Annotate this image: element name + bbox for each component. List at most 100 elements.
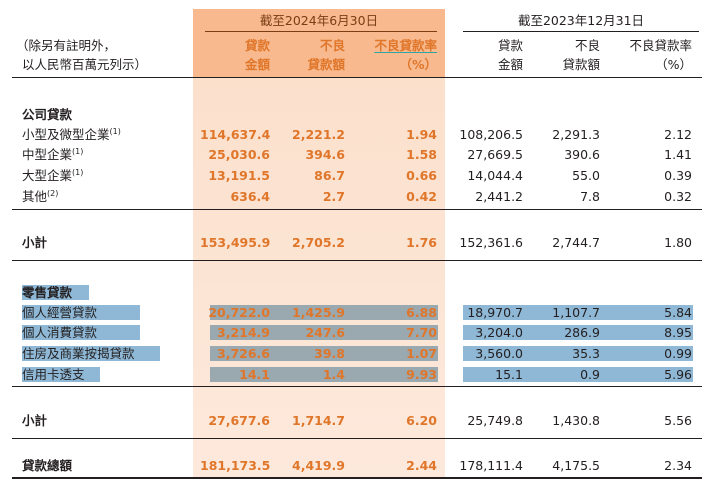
retail-subtotal-rule bbox=[12, 438, 702, 439]
retail-subtotal-prior-loan: 25,749.8 bbox=[467, 413, 523, 428]
corporate-row-4-prior-npl: 7.8 bbox=[580, 189, 600, 204]
corporate-row-1-prior-ratio: 2.12 bbox=[664, 127, 692, 142]
retail-row-2-current-ratio: 7.70 bbox=[406, 325, 437, 340]
corporate-row-3-prior-loan: 14,044.4 bbox=[467, 168, 523, 183]
corporate-row-1-prior-npl: 2,291.3 bbox=[552, 127, 600, 142]
corporate-row-1-current-loan: 114,637.4 bbox=[200, 127, 271, 142]
retail-row-4-current-npl: 1.4 bbox=[322, 367, 345, 382]
corporate-subtotal-current-npl: 2,705.2 bbox=[292, 235, 345, 250]
retail-row-4-prior-loan: 15.1 bbox=[495, 367, 523, 382]
corporate-subtotal-prior-ratio: 1.80 bbox=[664, 235, 692, 250]
corporate-row-2-current-ratio: 1.58 bbox=[406, 147, 437, 162]
unit-note-line1: （除另有註明外， bbox=[16, 38, 117, 53]
corporate-row-4-prior-loan: 2,441.2 bbox=[475, 189, 523, 204]
cur-col-loan-2: 金額 bbox=[244, 57, 270, 72]
retail-row-4-label: 信用卡透支 bbox=[22, 367, 85, 382]
corporate-subtotal-current-ratio: 1.76 bbox=[406, 235, 437, 250]
corporate-subtotal-current-loan: 153,495.9 bbox=[200, 235, 271, 250]
corporate-row-3-current-ratio: 0.66 bbox=[406, 168, 437, 183]
total-current-ratio: 2.44 bbox=[406, 458, 437, 473]
cur-col-ratio-2: （%） bbox=[399, 57, 437, 72]
retail-row-1-prior-loan: 18,970.7 bbox=[467, 305, 523, 320]
retail-row-3-prior-loan: 3,560.0 bbox=[475, 346, 523, 361]
retail-subtotal-prior-ratio: 5.56 bbox=[664, 413, 692, 428]
total-prior-npl: 4,175.5 bbox=[552, 458, 600, 473]
retail-subtotal-current-ratio: 6.20 bbox=[406, 413, 437, 428]
total-current-npl: 4,419.9 bbox=[292, 458, 345, 473]
corporate-row-2-label: 中型企業(1) bbox=[22, 146, 84, 162]
total-prior-ratio: 2.34 bbox=[664, 458, 692, 473]
header-rule bbox=[12, 77, 702, 78]
corporate-subtotal-label: 小計 bbox=[22, 235, 48, 250]
retail-row-1-current-npl: 1,425.9 bbox=[292, 305, 345, 320]
retail-row-2-label: 個人消費貸款 bbox=[22, 325, 98, 340]
total-prior-loan: 178,111.4 bbox=[459, 458, 523, 473]
corporate-row-4-current-npl: 2.7 bbox=[322, 189, 345, 204]
retail-row-4-current-loan: 14.1 bbox=[239, 367, 270, 382]
retail-subtotal-current-loan: 27,677.6 bbox=[208, 413, 270, 428]
period-prior-heading: 截至2023年12月31日 bbox=[517, 13, 645, 28]
retail-rule bbox=[12, 386, 702, 387]
retail-row-1-prior-ratio: 5.84 bbox=[664, 305, 692, 320]
corporate-row-2-prior-loan: 27,669.5 bbox=[467, 147, 523, 162]
prior-col-npl-1: 不良 bbox=[574, 38, 600, 53]
corporate-row-4-current-loan: 636.4 bbox=[230, 189, 270, 204]
bottom-rule bbox=[12, 477, 702, 479]
corporate-row-4-current-ratio: 0.42 bbox=[406, 189, 437, 204]
corporate-row-2-current-loan: 25,030.6 bbox=[208, 147, 270, 162]
corporate-row-2-current-npl: 394.6 bbox=[305, 147, 345, 162]
corporate-subtotal-prior-npl: 2,744.7 bbox=[552, 235, 600, 250]
period-current-heading: 截至2024年6月30日 bbox=[259, 13, 379, 28]
corporate-row-1-prior-loan: 108,206.5 bbox=[459, 127, 523, 142]
retail-row-4-current-ratio: 9.93 bbox=[406, 367, 437, 382]
retail-row-1-current-loan: 20,722.0 bbox=[208, 305, 270, 320]
corporate-row-2-prior-npl: 390.6 bbox=[564, 147, 600, 162]
retail-row-2-prior-loan: 3,204.0 bbox=[475, 325, 523, 340]
retail-row-2-current-loan: 3,214.9 bbox=[217, 325, 270, 340]
corporate-row-4-label: 其他(2) bbox=[22, 188, 59, 204]
retail-row-3-current-loan: 3,726.6 bbox=[217, 346, 270, 361]
retail-row-4-prior-ratio: 5.96 bbox=[664, 367, 692, 382]
corporate-subtotal-rule bbox=[12, 260, 702, 261]
retail-section-title: 零售貸款 bbox=[22, 285, 73, 300]
retail-row-1-prior-npl: 1,107.7 bbox=[552, 305, 600, 320]
prior-col-ratio-2: （%） bbox=[655, 57, 692, 72]
prior-col-loan-2: 金額 bbox=[497, 57, 523, 72]
corporate-row-1-label: 小型及微型企業(1) bbox=[22, 126, 121, 142]
cur-col-loan-1: 貸款 bbox=[244, 38, 270, 53]
corporate-row-2-prior-ratio: 1.41 bbox=[664, 147, 692, 162]
unit-note-line2: 以人民幣百萬元列示） bbox=[22, 57, 148, 72]
corporate-rule bbox=[12, 209, 702, 210]
corporate-row-1-current-npl: 2,221.2 bbox=[292, 127, 345, 142]
corporate-row-3-current-loan: 13,191.5 bbox=[208, 168, 270, 183]
corporate-section-title: 公司貸款 bbox=[22, 107, 73, 122]
retail-row-2-prior-ratio: 8.95 bbox=[664, 325, 692, 340]
retail-row-3-prior-npl: 35.3 bbox=[572, 346, 600, 361]
retail-row-3-prior-ratio: 0.99 bbox=[664, 346, 692, 361]
cur-col-npl-2: 貸款額 bbox=[307, 57, 345, 72]
total-label: 貸款總額 bbox=[22, 458, 73, 473]
period-current-underline bbox=[205, 31, 437, 32]
retail-row-2-prior-npl: 286.9 bbox=[564, 325, 600, 340]
corporate-row-3-prior-ratio: 0.39 bbox=[664, 168, 692, 183]
corporate-row-3-label: 大型企業(1) bbox=[22, 167, 84, 183]
corporate-row-3-current-npl: 86.7 bbox=[314, 168, 345, 183]
retail-row-3-current-npl: 39.8 bbox=[314, 346, 345, 361]
prior-col-ratio-1: 不良貸款率 bbox=[629, 38, 692, 53]
prior-col-loan-1: 貸款 bbox=[497, 38, 523, 53]
retail-row-2-current-npl: 247.6 bbox=[305, 325, 345, 340]
cur-col-ratio-1: 不良貸款率 bbox=[374, 38, 437, 53]
corporate-row-3-prior-npl: 55.0 bbox=[572, 168, 600, 183]
retail-row-1-label: 個人經營貸款 bbox=[22, 305, 98, 320]
corporate-row-4-note-ref: (2) bbox=[47, 188, 59, 198]
retail-subtotal-prior-npl: 1,430.8 bbox=[552, 413, 600, 428]
prior-col-npl-2: 貸款額 bbox=[562, 57, 600, 72]
corporate-subtotal-prior-loan: 152,361.6 bbox=[459, 235, 523, 250]
corporate-row-3-note-ref: (1) bbox=[72, 167, 84, 177]
period-prior-underline bbox=[463, 31, 699, 32]
retail-row-3-current-ratio: 1.07 bbox=[406, 346, 437, 361]
retail-row-1-current-ratio: 6.88 bbox=[406, 305, 437, 320]
corporate-row-2-note-ref: (1) bbox=[72, 146, 84, 156]
cur-col-npl-1: 不良 bbox=[319, 38, 345, 53]
corporate-row-1-current-ratio: 1.94 bbox=[406, 127, 437, 142]
